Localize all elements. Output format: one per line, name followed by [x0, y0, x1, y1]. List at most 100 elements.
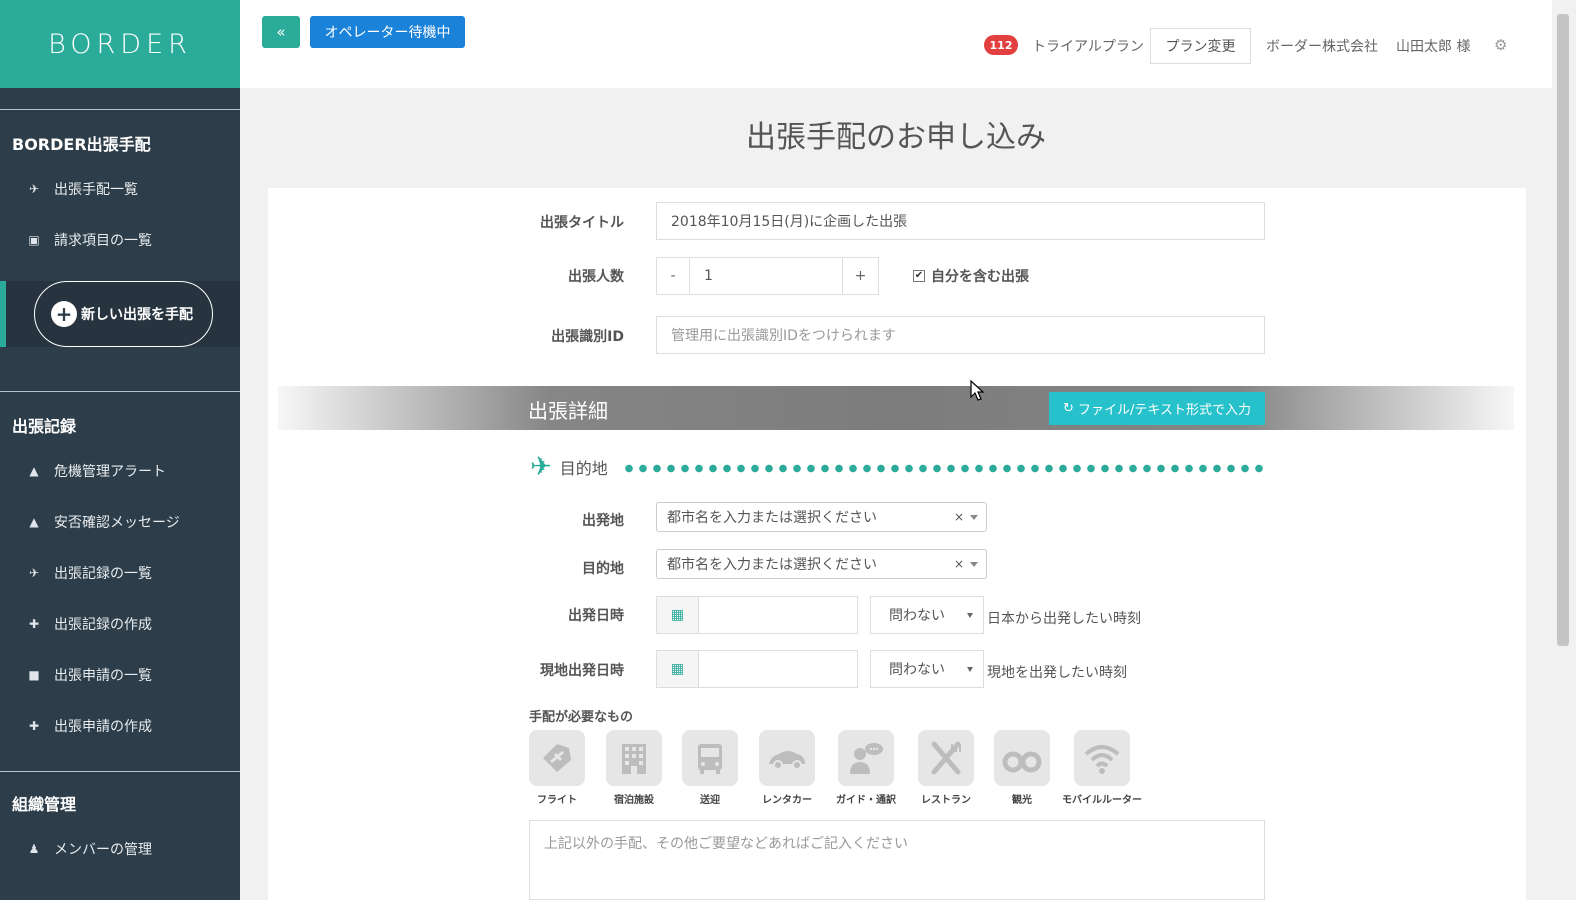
sidebar-item-label: 出張手配一覧	[54, 181, 138, 198]
sidebar-item-label: 出張記録の一覧	[54, 565, 152, 582]
warning-icon: ▲	[29, 514, 39, 529]
scrollbar-thumb[interactable]	[1557, 14, 1569, 646]
sightseeing-icon	[994, 730, 1050, 786]
sidebar-item-label: 出張記録の作成	[54, 616, 152, 633]
chevron-down-icon	[970, 514, 978, 520]
local-time-select[interactable]: 問わない	[870, 650, 984, 688]
sidebar-item-label: 出張申請の作成	[54, 718, 152, 735]
destination-select[interactable]: 都市名を入力または選択ください ×	[656, 549, 987, 579]
destination-heading-label: 目的地	[559, 459, 608, 478]
service-restaurant[interactable]: レストラン	[918, 730, 974, 806]
user-name[interactable]: 山田太郎 様	[1396, 36, 1470, 56]
sidebar-item-record-create[interactable]: ✚ 出張記録の作成	[0, 598, 240, 649]
plan-change-button[interactable]: プラン変更	[1150, 28, 1251, 64]
sidebar-item-members[interactable]: ♟ メンバーの管理	[0, 823, 240, 874]
new-trip-button[interactable]: + 新しい出張を手配	[34, 281, 213, 347]
departure-placeholder: 都市名を入力または選択ください	[667, 510, 877, 526]
sidebar-item-label: メンバーの管理	[54, 841, 152, 858]
company-name: ボーダー株式会社	[1266, 39, 1378, 55]
local-datetime-label: 現地出発日時	[540, 663, 624, 679]
service-transfer[interactable]: 送迎	[682, 730, 738, 806]
service-mobile-router[interactable]: モバイルルーター	[1062, 730, 1142, 806]
money-icon: ▣	[28, 232, 40, 247]
sidebar-item-trip-list[interactable]: ✈ 出張手配一覧	[0, 163, 240, 214]
notification-badge[interactable]: 112	[984, 35, 1018, 55]
local-time-value: 問わない	[889, 662, 945, 678]
sidebar-item-record-list[interactable]: ✈ 出張記録の一覧	[0, 547, 240, 598]
chevron-down-icon	[970, 561, 978, 567]
brand-logo[interactable]: BORDER	[0, 0, 240, 88]
wifi-icon	[1074, 730, 1130, 786]
trip-id-input[interactable]: 管理用に出張識別IDをつけられます	[656, 316, 1265, 354]
plus-icon: ✚	[28, 616, 40, 631]
gear-icon[interactable]: ⚙	[1494, 36, 1507, 54]
service-label: レンタカー	[762, 795, 812, 806]
sidebar-item-risk-alert[interactable]: ▲ 危機管理アラート	[0, 445, 240, 496]
depart-datetime-label: 出発日時	[568, 608, 624, 624]
trip-title-label: 出張タイトル	[540, 215, 624, 231]
local-date-input[interactable]	[699, 650, 858, 688]
page-title: 出張手配のお申し込み	[746, 120, 1046, 155]
depart-time-hint: 日本から出発したい時刻	[987, 611, 1141, 627]
plan-label: トライアルプラン	[1032, 39, 1144, 55]
rental-car-icon	[759, 730, 815, 786]
calendar-icon[interactable]: ▦	[656, 596, 699, 634]
sidebar-item-safety-message[interactable]: ▲ 安否確認メッセージ	[0, 496, 240, 547]
hotel-icon	[606, 730, 662, 786]
destination-placeholder: 都市名を入力または選択ください	[667, 557, 877, 573]
service-sightseeing[interactable]: 観光	[994, 730, 1050, 806]
depart-time-value: 問わない	[889, 608, 945, 624]
destination-heading: ✈ 目的地	[530, 452, 608, 482]
service-hotel[interactable]: 宿泊施設	[606, 730, 662, 806]
sidebar-item-label: 出張申請の一覧	[54, 667, 152, 684]
calendar-icon[interactable]: ▦	[656, 650, 699, 688]
new-trip-row: + 新しい出張を手配	[0, 281, 240, 347]
checkbox-checked-icon: ✔	[913, 270, 925, 282]
flight-icon	[529, 730, 585, 786]
dotted-divider	[622, 464, 1264, 473]
trip-title-input[interactable]: 2018年10月15日(月)に企画した出張	[656, 202, 1265, 240]
clear-icon[interactable]: ×	[954, 557, 964, 571]
users-icon: ♟	[28, 841, 40, 856]
restaurant-icon	[918, 730, 974, 786]
sidebar-item-request-list[interactable]: ■ 出張申請の一覧	[0, 649, 240, 700]
warning-icon: ▲	[29, 463, 39, 478]
service-label: 送迎	[700, 795, 720, 806]
sidebar-item-billing-list[interactable]: ▣ 請求項目の一覧	[0, 214, 240, 265]
chevron-down-icon	[967, 613, 973, 618]
collapse-sidebar-button[interactable]: «	[262, 16, 300, 48]
sidebar-item-request-create[interactable]: ✚ 出張申請の作成	[0, 700, 240, 751]
plane-icon: ✈	[28, 181, 40, 196]
service-label: 観光	[1012, 795, 1032, 806]
plus-icon: ✚	[28, 718, 40, 733]
people-increment-button[interactable]: +	[842, 257, 879, 295]
service-label: 宿泊施設	[614, 795, 654, 806]
file-text-input-button[interactable]: ↻ ファイル/テキスト形式で入力	[1049, 392, 1265, 425]
service-label: ガイド・通訳	[836, 795, 896, 806]
service-label: レストラン	[921, 795, 971, 806]
local-time-hint: 現地を出発したい時刻	[987, 665, 1127, 681]
depart-date-input[interactable]	[699, 596, 858, 634]
service-label: モバイルルーター	[1062, 795, 1142, 806]
notes-textarea[interactable]: 上記以外の手配、その他ご要望などあればご記入ください	[529, 820, 1265, 900]
service-rental-car[interactable]: レンタカー	[759, 730, 815, 806]
service-flight[interactable]: フライト	[529, 730, 585, 806]
transfer-icon	[682, 730, 738, 786]
include-self-label: 自分を含む出張	[931, 269, 1029, 285]
plus-circle-icon: +	[51, 301, 77, 327]
include-self-checkbox[interactable]: ✔ 自分を含む出張	[913, 266, 1029, 286]
people-count-input[interactable]: 1	[690, 257, 842, 295]
sidebar-item-label: 請求項目の一覧	[54, 232, 152, 249]
service-guide[interactable]: ガイド・通訳	[836, 730, 896, 806]
depart-time-select[interactable]: 問わない	[870, 596, 984, 634]
operator-status-button[interactable]: オペレーター待機中	[310, 16, 465, 48]
people-decrement-button[interactable]: -	[656, 257, 690, 295]
mouse-cursor-icon	[970, 380, 985, 401]
service-label: フライト	[537, 795, 577, 806]
guide-icon	[838, 730, 894, 786]
clear-icon[interactable]: ×	[954, 510, 964, 524]
trip-detail-banner	[278, 386, 1514, 430]
departure-select[interactable]: 都市名を入力または選択ください ×	[656, 502, 987, 532]
sidebar: BORDER BORDER出張手配 ✈ 出張手配一覧 ▣ 請求項目の一覧 + 新…	[0, 0, 240, 900]
sidebar-item-label: 危機管理アラート	[54, 463, 166, 480]
